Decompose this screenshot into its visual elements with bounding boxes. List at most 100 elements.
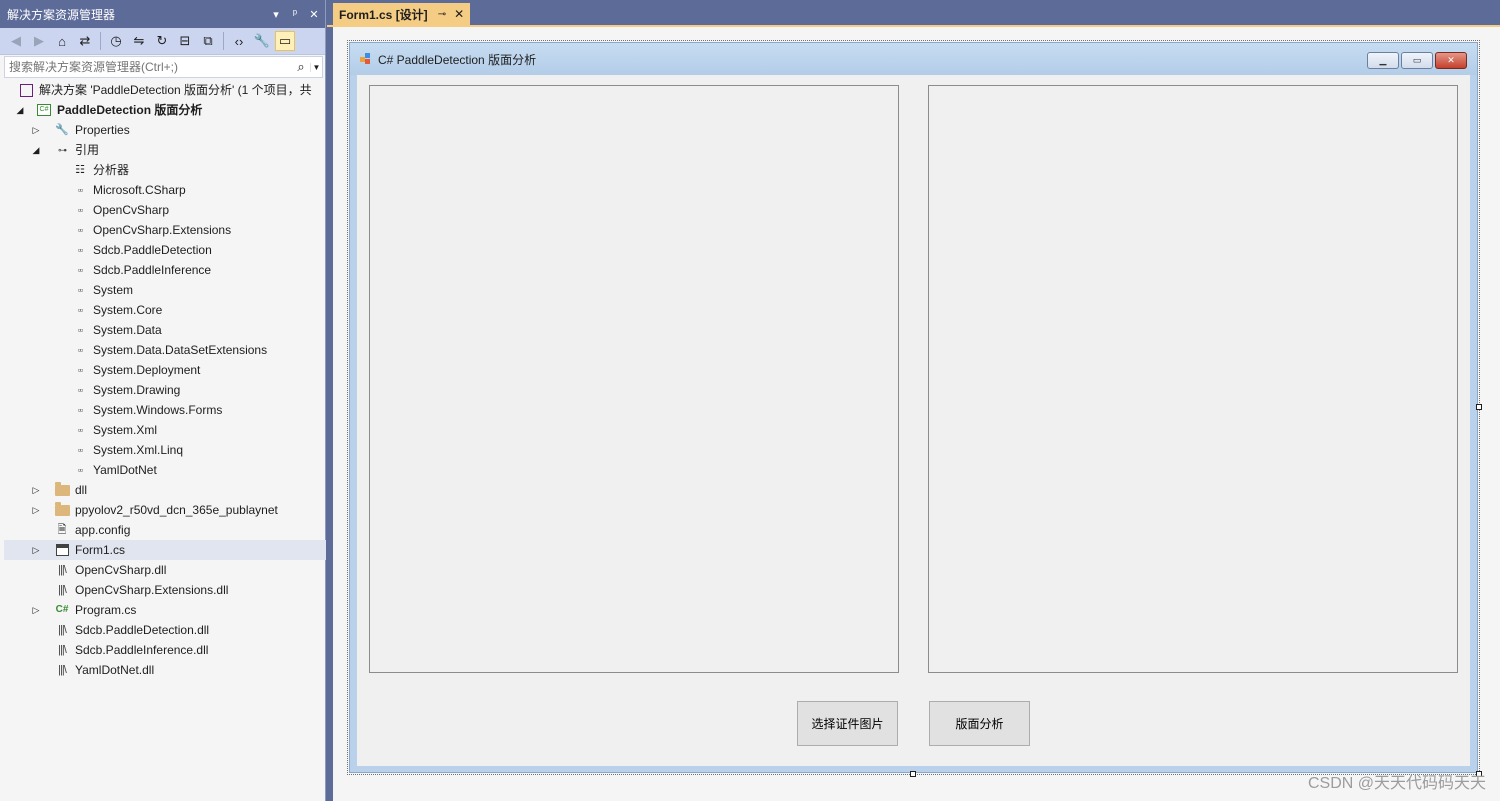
pending-changes-filter-icon[interactable]: ◷ — [106, 31, 126, 51]
back-icon[interactable]: ◀ — [6, 31, 26, 51]
winform-preview[interactable]: C# PaddleDetection 版面分析 ▁ ▭ ✕ 选择证件图片 版面分… — [349, 42, 1478, 773]
tree-item-reference[interactable]: ▫▫ OpenCvSharp — [4, 200, 326, 220]
tree-item-form1[interactable]: ▷ Form1.cs — [4, 540, 326, 560]
form-icon — [54, 540, 70, 560]
solution-search-box[interactable]: ⌕ ▼ — [4, 56, 323, 78]
tree-item-label: System.Core — [93, 303, 163, 317]
tree-item-label: YamlDotNet — [93, 463, 157, 477]
tree-item-reference[interactable]: ▫▫ System.Drawing — [4, 380, 326, 400]
solution-explorer-titlebar: 解决方案资源管理器 ▾ ᵖ ✕ — [0, 0, 325, 28]
picture-box-input[interactable] — [369, 85, 899, 673]
refresh-icon[interactable]: ↻ — [152, 31, 172, 51]
tree-item-dll[interactable]: |||\ OpenCvSharp.Extensions.dll — [4, 580, 326, 600]
tree-item-reference[interactable]: ▫▫ System — [4, 280, 326, 300]
tree-item-dll[interactable]: |||\ YamlDotNet.dll — [4, 660, 326, 680]
wrench-icon: 🔧 — [55, 124, 69, 136]
pin-icon[interactable]: ᵖ — [287, 8, 303, 20]
csharp-project-icon: C# — [36, 100, 52, 120]
layout-analysis-button[interactable]: 版面分析 — [929, 701, 1030, 746]
solution-tree: 解决方案 'PaddleDetection 版面分析' (1 个项目，共 ◢ C… — [4, 80, 326, 680]
collapse-all-icon[interactable]: ⊟ — [175, 31, 195, 51]
reference-icon: ▫▫ — [77, 305, 83, 315]
tree-item-analyzers[interactable]: ☷ 分析器 — [4, 160, 326, 180]
tree-item-reference[interactable]: ▫▫ Sdcb.PaddleInference — [4, 260, 326, 280]
collapsed-arrow-icon[interactable]: ▷ — [30, 120, 42, 140]
window-position-dropdown[interactable]: ▾ — [268, 8, 284, 21]
close-tab-icon[interactable]: ✕ — [454, 7, 464, 21]
tree-item-label: System.Drawing — [93, 383, 181, 397]
resize-handle-right[interactable] — [1476, 404, 1482, 410]
view-code-icon[interactable]: ‹› — [229, 31, 249, 51]
show-all-files-icon[interactable]: ⧉ — [198, 31, 218, 51]
solution-explorer-toolbar: ◀ ▶ ⌂ ⇄ ◷ ⇋ ↻ ⊟ ⧉ ‹› 🔧 ▭ — [0, 28, 325, 55]
tree-item-reference[interactable]: ▫▫ System.Data — [4, 320, 326, 340]
tree-item-dll[interactable]: |||\ Sdcb.PaddleInference.dll — [4, 640, 326, 660]
tree-item-label: Microsoft.CSharp — [93, 183, 186, 197]
tree-item-label: System.Deployment — [93, 363, 201, 377]
sync-with-document-icon[interactable]: ⇋ — [129, 31, 149, 51]
close-panel-button[interactable]: ✕ — [306, 8, 322, 21]
preview-selected-items-icon[interactable]: ▭ — [275, 31, 295, 51]
search-input[interactable] — [5, 60, 292, 74]
maximize-icon[interactable]: ▭ — [1401, 52, 1433, 69]
tree-item-project[interactable]: ◢ C# PaddleDetection 版面分析 — [4, 100, 326, 120]
tree-item-app-config[interactable]: 🗎 app.config — [4, 520, 326, 540]
tree-item-folder-model[interactable]: ▷ ppyolov2_r50vd_dcn_365e_publaynet — [4, 500, 326, 520]
config-file-icon: 🗎 — [57, 524, 67, 536]
switch-views-icon[interactable]: ⇄ — [75, 31, 95, 51]
tree-item-properties[interactable]: ▷ 🔧 Properties — [4, 120, 326, 140]
search-icon[interactable]: ⌕ — [292, 59, 310, 75]
properties-wrench-icon[interactable]: 🔧 — [252, 31, 272, 51]
document-tab-strip: Form1.cs [设计] ⊸ ✕ — [327, 0, 1500, 25]
tree-item-label: System.Data.DataSetExtensions — [93, 343, 268, 357]
tree-item-label: System.Xml — [93, 423, 158, 437]
tab-label: Form1.cs [设计] — [339, 7, 428, 22]
tree-item-reference[interactable]: ▫▫ System.Windows.Forms — [4, 400, 326, 420]
resize-handle-bottom[interactable] — [910, 771, 916, 777]
tree-item-program[interactable]: ▷ C# Program.cs — [4, 600, 326, 620]
select-image-button[interactable]: 选择证件图片 — [797, 701, 898, 746]
tree-item-reference[interactable]: ▫▫ System.Xml.Linq — [4, 440, 326, 460]
tree-item-reference[interactable]: ▫▫ System.Core — [4, 300, 326, 320]
collapsed-arrow-icon[interactable]: ▷ — [30, 500, 42, 520]
tree-item-reference[interactable]: ▫▫ Microsoft.CSharp — [4, 180, 326, 200]
expanded-arrow-icon[interactable]: ◢ — [14, 100, 26, 120]
tree-item-label: 解决方案 'PaddleDetection 版面分析' (1 个项目，共 — [39, 83, 312, 97]
tree-item-reference[interactable]: ▫▫ System.Data.DataSetExtensions — [4, 340, 326, 360]
collapsed-arrow-icon[interactable]: ▷ — [30, 600, 42, 620]
tree-item-reference[interactable]: ▫▫ YamlDotNet — [4, 460, 326, 480]
tree-item-reference[interactable]: ▫▫ System.Xml — [4, 420, 326, 440]
tree-item-dll[interactable]: |||\ OpenCvSharp.dll — [4, 560, 326, 580]
forward-icon[interactable]: ▶ — [29, 31, 49, 51]
collapsed-arrow-icon[interactable]: ▷ — [30, 480, 42, 500]
tree-item-label: Program.cs — [75, 603, 137, 617]
folder-icon — [54, 480, 70, 500]
tree-item-label: OpenCvSharp.dll — [75, 563, 167, 577]
minimize-icon[interactable]: ▁ — [1367, 52, 1399, 69]
tab-form1-designer[interactable]: Form1.cs [设计] ⊸ ✕ — [333, 3, 471, 25]
tree-item-label: dll — [75, 483, 88, 497]
tree-item-solution[interactable]: 解决方案 'PaddleDetection 版面分析' (1 个项目，共 — [4, 80, 326, 100]
tree-item-dll[interactable]: |||\ Sdcb.PaddleDetection.dll — [4, 620, 326, 640]
tree-item-label: Properties — [75, 123, 130, 137]
references-icon: ⊶ — [58, 145, 67, 155]
window-buttons: ▁ ▭ ✕ — [1367, 52, 1467, 69]
tree-item-references[interactable]: ◢ ⊶ 引用 — [4, 140, 326, 160]
picture-box-result[interactable] — [928, 85, 1458, 673]
tree-item-reference[interactable]: ▫▫ OpenCvSharp.Extensions — [4, 220, 326, 240]
search-options-dropdown-icon[interactable]: ▼ — [310, 62, 322, 72]
collapsed-arrow-icon[interactable]: ▷ — [30, 540, 42, 560]
tree-item-folder-dll[interactable]: ▷ dll — [4, 480, 326, 500]
home-icon[interactable]: ⌂ — [52, 31, 72, 51]
tree-item-reference[interactable]: ▫▫ System.Deployment — [4, 360, 326, 380]
solution-explorer-title: 解决方案资源管理器 — [7, 7, 116, 22]
pin-tab-icon[interactable]: ⊸ — [438, 9, 446, 20]
tree-item-label: Sdcb.PaddleDetection — [93, 243, 212, 257]
tree-item-reference[interactable]: ▫▫ Sdcb.PaddleDetection — [4, 240, 326, 260]
tree-item-label: ppyolov2_r50vd_dcn_365e_publaynet — [75, 503, 278, 517]
reference-icon: ▫▫ — [77, 365, 83, 375]
tree-item-label: 分析器 — [93, 163, 130, 177]
close-icon[interactable]: ✕ — [1435, 52, 1467, 69]
expanded-arrow-icon[interactable]: ◢ — [30, 140, 42, 160]
watermark-text: CSDN @天天代码码天天 — [1307, 775, 1486, 792]
